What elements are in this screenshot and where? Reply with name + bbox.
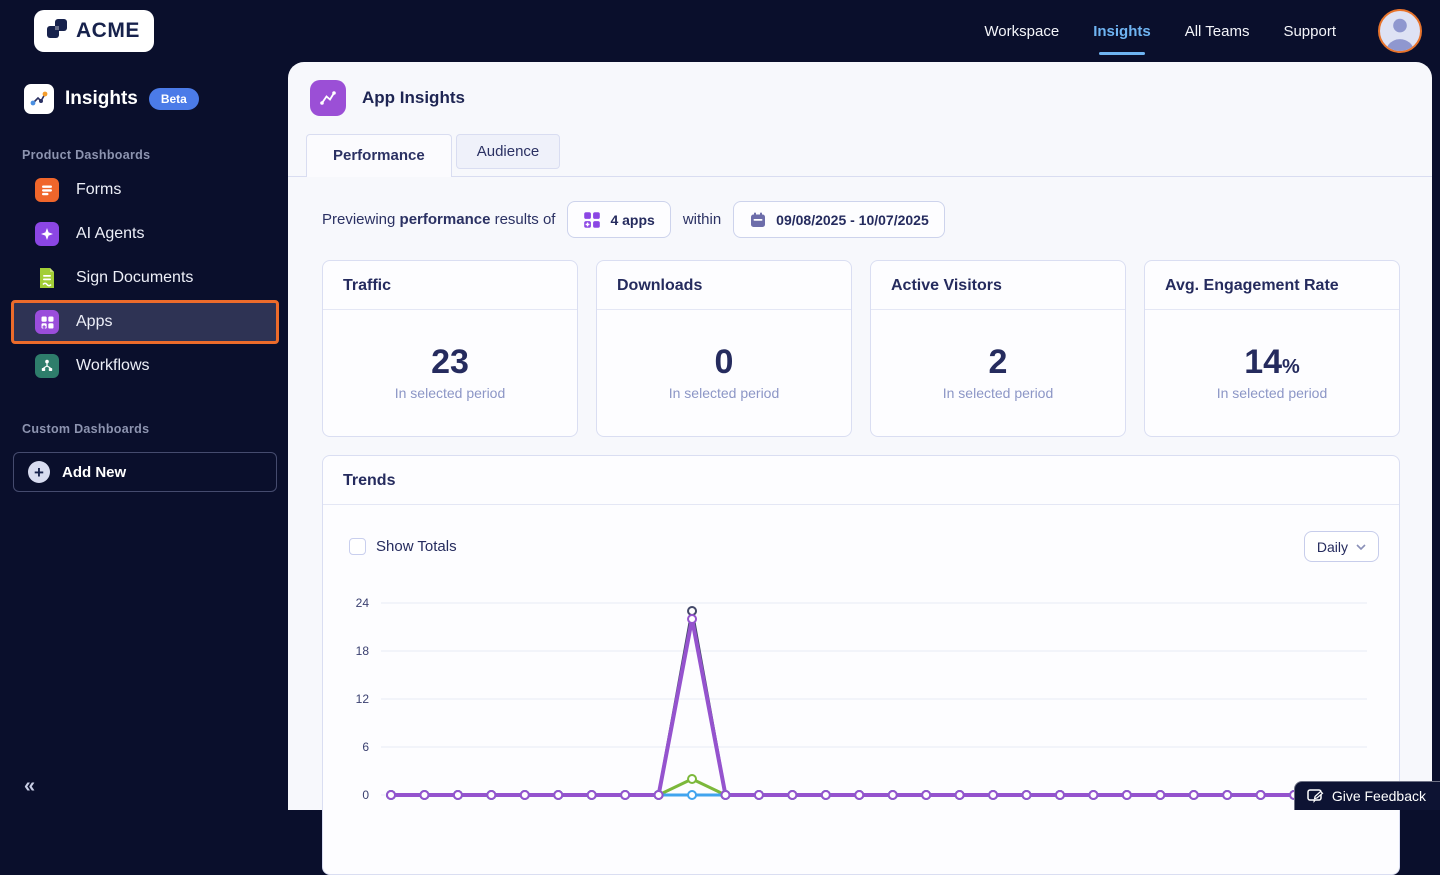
- workflows-icon: [35, 354, 59, 378]
- acme-logo[interactable]: ACME: [34, 10, 154, 52]
- nav-workspace[interactable]: Workspace: [984, 23, 1059, 40]
- feedback-icon: [1307, 789, 1324, 804]
- calendar-icon: [749, 211, 767, 229]
- date-range-select[interactable]: 09/08/2025 - 10/07/2025: [733, 201, 945, 238]
- active-visitors-value: 2: [989, 345, 1008, 379]
- give-feedback-button[interactable]: Give Feedback: [1294, 781, 1440, 810]
- svg-text:6: 6: [362, 740, 369, 754]
- stat-card-downloads: Downloads 0 In selected period: [596, 260, 852, 437]
- tabs: Performance Audience: [288, 132, 1432, 177]
- nav-insights[interactable]: Insights: [1093, 23, 1151, 40]
- sidebar-item-label: AI Agents: [76, 225, 145, 243]
- sidebar-item-workflows[interactable]: Workflows: [11, 344, 279, 388]
- acme-logo-text: ACME: [76, 19, 140, 43]
- topbar: ACME Workspace Insights All Teams Suppor…: [0, 0, 1440, 62]
- svg-text:18: 18: [356, 644, 370, 658]
- sidebar-item-sign-documents[interactable]: Sign Documents: [11, 256, 279, 300]
- add-new-button[interactable]: + Add New: [13, 452, 277, 492]
- tab-performance[interactable]: Performance: [306, 134, 452, 177]
- sign-documents-icon: [35, 266, 59, 290]
- acme-logo-icon: [44, 16, 70, 47]
- nav-all-teams[interactable]: All Teams: [1185, 23, 1250, 40]
- trends-card: Trends Show Totals Daily 0 6 12 18 24: [322, 455, 1400, 875]
- stat-cards: Traffic 23 In selected period Downloads …: [322, 260, 1400, 437]
- interval-select[interactable]: Daily: [1304, 531, 1379, 562]
- forms-icon: [35, 178, 59, 202]
- section-custom-dashboards: Custom Dashboards: [0, 388, 288, 442]
- chevron-down-icon: [1356, 544, 1366, 550]
- traffic-value: 23: [431, 345, 469, 379]
- main-panel: App Insights Performance Audience Previe…: [288, 62, 1432, 810]
- sidebar-title: Insights: [65, 88, 138, 110]
- tab-audience[interactable]: Audience: [456, 134, 561, 169]
- sidebar-item-label: Apps: [76, 313, 112, 331]
- beta-badge: Beta: [149, 88, 199, 110]
- nav-support[interactable]: Support: [1283, 23, 1336, 40]
- filter-row: Previewing performance results of 4 apps…: [322, 201, 1400, 238]
- within-label: within: [683, 211, 721, 228]
- sidebar-header: Insights Beta: [0, 62, 288, 114]
- stat-card-engagement-rate: Avg. Engagement Rate 14% In selected per…: [1144, 260, 1400, 437]
- trends-title: Trends: [323, 456, 1399, 505]
- panel-content: Previewing performance results of 4 apps…: [288, 177, 1432, 875]
- user-avatar[interactable]: [1378, 9, 1422, 53]
- svg-text:12: 12: [356, 692, 370, 706]
- page-title: App Insights: [362, 88, 465, 108]
- person-icon: [1380, 9, 1420, 53]
- sidebar-item-apps[interactable]: Apps: [11, 300, 279, 344]
- sidebar-item-label: Workflows: [76, 357, 150, 375]
- trends-chart: 0 6 12 18 24: [323, 584, 1399, 834]
- plus-icon: +: [28, 461, 50, 483]
- sidebar-item-forms[interactable]: Forms: [11, 168, 279, 212]
- engagement-rate-value: 14%: [1244, 345, 1300, 379]
- collapse-sidebar-button[interactable]: «: [24, 775, 35, 798]
- insights-logo-icon: [24, 84, 54, 114]
- sidebar-item-label: Sign Documents: [76, 269, 193, 287]
- svg-text:24: 24: [356, 596, 370, 610]
- show-totals-toggle[interactable]: Show Totals: [349, 538, 457, 555]
- downloads-value: 0: [715, 345, 734, 379]
- sidebar-item-ai-agents[interactable]: AI Agents: [11, 212, 279, 256]
- sidebar: Insights Beta Product Dashboards Forms A…: [0, 62, 288, 810]
- top-navigation: Workspace Insights All Teams Support: [984, 9, 1422, 53]
- apps-select[interactable]: 4 apps: [567, 201, 670, 238]
- page-header: App Insights: [288, 62, 1432, 132]
- stat-card-traffic: Traffic 23 In selected period: [322, 260, 578, 437]
- svg-text:0: 0: [362, 788, 369, 802]
- sidebar-item-label: Forms: [76, 181, 121, 199]
- filter-text: Previewing performance results of: [322, 211, 555, 228]
- apps-grid-icon: [583, 211, 601, 229]
- apps-icon: [35, 310, 59, 334]
- ai-agents-icon: [35, 222, 59, 246]
- app-insights-icon: [310, 80, 346, 116]
- section-product-dashboards: Product Dashboards: [0, 114, 288, 168]
- stat-card-active-visitors: Active Visitors 2 In selected period: [870, 260, 1126, 437]
- show-totals-checkbox[interactable]: [349, 538, 366, 555]
